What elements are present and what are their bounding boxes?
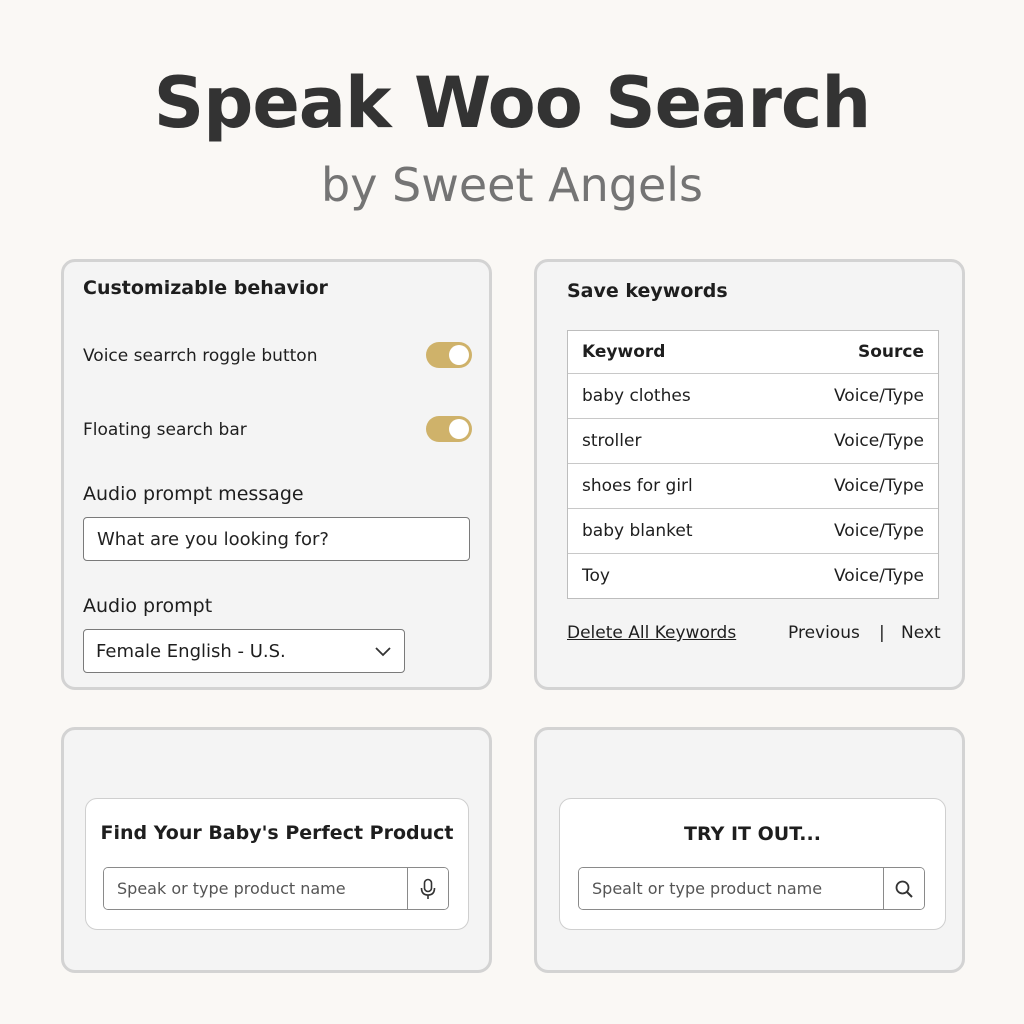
keywords-heading: Save keywords: [567, 280, 728, 302]
chevron-down-icon: [375, 647, 391, 657]
try-widget-card: TRY IT OUT...: [559, 798, 946, 930]
audio-prompt-select[interactable]: Female English - U.S.: [83, 629, 405, 673]
table-row: baby blanket Voice/Type: [568, 508, 938, 553]
keyword-cell: stroller: [582, 431, 642, 451]
voice-toggle-label: Voice searrch roggle button: [83, 346, 318, 366]
column-keyword: Keyword: [582, 342, 666, 362]
app-title: Speak Woo Search: [153, 62, 871, 144]
search-icon: [895, 880, 913, 898]
try-search-bar: [578, 867, 925, 910]
audio-prompt-selected: Female English - U.S.: [96, 640, 286, 662]
try-widget-panel: TRY IT OUT...: [534, 727, 965, 973]
source-cell: Voice/Type: [833, 521, 924, 541]
source-cell: Voice/Type: [833, 566, 924, 586]
try-widget-title: TRY IT OUT...: [684, 823, 821, 845]
table-row: shoes for girl Voice/Type: [568, 463, 938, 508]
voice-widget-card: Find Your Baby's Perfect Product: [85, 798, 469, 930]
table-row: Toy Voice/Type: [568, 553, 938, 598]
voice-widget-title: Find Your Baby's Perfect Product: [100, 822, 454, 844]
voice-search-input[interactable]: [104, 868, 407, 909]
behavior-panel: Customizable behavior Voice searrch rogg…: [61, 259, 492, 690]
behavior-heading: Customizable behavior: [83, 277, 328, 299]
keyword-cell: baby blanket: [582, 521, 693, 541]
table-row: baby clothes Voice/Type: [568, 373, 938, 418]
delete-all-keywords-link[interactable]: Delete All Keywords: [567, 623, 736, 643]
table-header: Keyword Source: [568, 331, 938, 373]
voice-search-toggle[interactable]: [426, 342, 472, 368]
keyword-cell: Toy: [582, 566, 610, 586]
microphone-button[interactable]: [407, 868, 448, 909]
audio-prompt-label: Audio prompt: [83, 595, 213, 617]
floating-bar-label: Floating search bar: [83, 420, 247, 440]
keyword-cell: shoes for girl: [582, 476, 693, 496]
toggle-knob: [449, 345, 469, 365]
keywords-panel: Save keywords Keyword Source baby clothe…: [534, 259, 965, 690]
microphone-icon: [420, 878, 436, 899]
search-button[interactable]: [883, 868, 924, 909]
voice-widget-panel: Find Your Baby's Perfect Product: [61, 727, 492, 973]
keyword-cell: baby clothes: [582, 386, 691, 406]
source-cell: Voice/Type: [833, 386, 924, 406]
previous-page-link[interactable]: Previous: [788, 623, 860, 643]
voice-search-bar: [103, 867, 449, 910]
source-cell: Voice/Type: [833, 476, 924, 496]
floating-search-bar-toggle[interactable]: [426, 416, 472, 442]
try-search-input[interactable]: [579, 868, 883, 909]
column-source: Source: [857, 342, 924, 362]
keywords-table: Keyword Source baby clothes Voice/Type s…: [567, 330, 939, 599]
next-page-link[interactable]: Next: [901, 623, 941, 643]
toggle-knob: [449, 419, 469, 439]
table-row: stroller Voice/Type: [568, 418, 938, 463]
prompt-message-label: Audio prompt message: [83, 483, 304, 505]
pager-separator: |: [879, 623, 885, 643]
app-subtitle: by Sweet Angels: [321, 158, 703, 212]
prompt-message-input[interactable]: [83, 517, 470, 561]
source-cell: Voice/Type: [833, 431, 924, 451]
